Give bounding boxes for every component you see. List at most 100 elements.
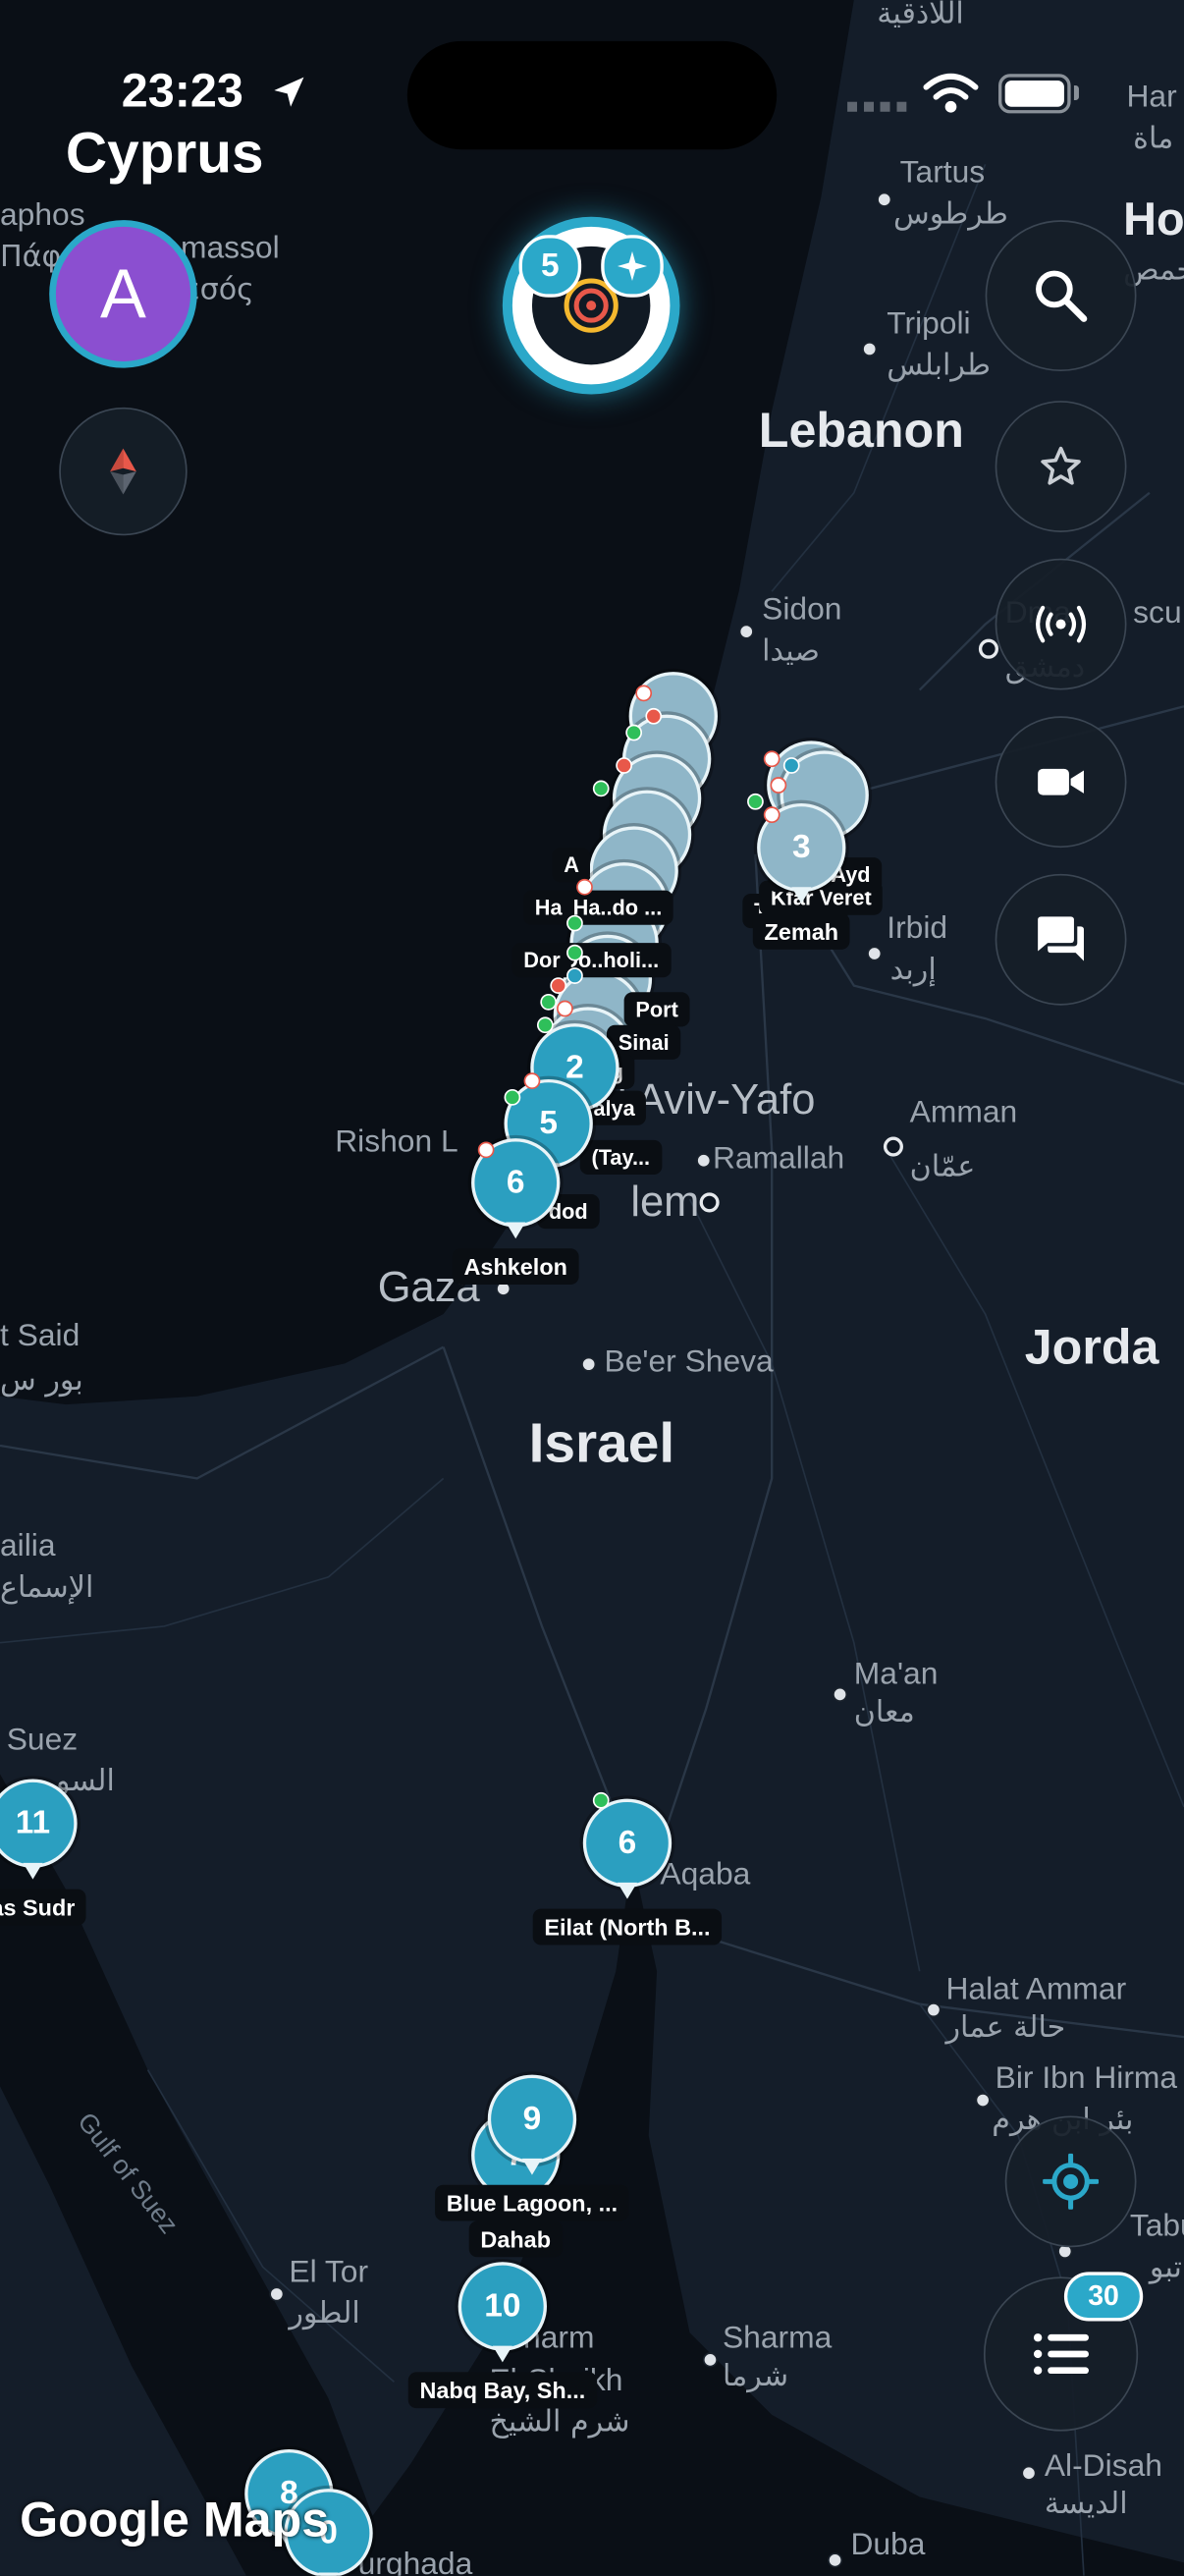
map-place-label: Sidon (762, 592, 842, 628)
station-label: (Tay... (579, 1139, 662, 1175)
city-dot (833, 1686, 848, 1702)
sparkle-badge (601, 235, 664, 298)
city-dot (699, 1192, 720, 1213)
map-place-label: massol (180, 231, 280, 266)
station-status-dot (635, 685, 653, 702)
map-place-label: Suez (6, 1723, 79, 1758)
battery-cap (1073, 84, 1079, 101)
compass-button[interactable] (59, 407, 188, 536)
cluster-count: 2 (565, 1049, 584, 1085)
list-icon (1033, 2333, 1090, 2375)
station-status-dot (566, 967, 583, 984)
cluster-count: 3 (791, 828, 811, 865)
map-place-label: بور س (0, 1363, 83, 1398)
star-icon (1041, 446, 1081, 485)
map-place-label: تبو (1149, 2250, 1182, 2285)
station-status-dot (625, 724, 643, 741)
favorites-button[interactable] (995, 401, 1127, 532)
station-status-dot (566, 914, 583, 932)
chat-button[interactable] (995, 873, 1127, 1006)
map-place-label: حالة عمار (945, 2010, 1066, 2046)
video-camera-icon (1038, 768, 1084, 795)
cluster-label: Ashkelon (452, 1248, 579, 1286)
city-dot (883, 1136, 903, 1157)
station-status-dot (592, 780, 610, 797)
map-place-label: شرم الشيخ (489, 2404, 630, 2439)
station-status-dot (566, 944, 583, 961)
map-place-label: Tripoli (887, 306, 971, 342)
cluster-label: Blue Lagoon, ... (435, 2184, 629, 2221)
camera-button[interactable] (995, 716, 1127, 849)
map-place-label: الإسماع (0, 1570, 94, 1606)
map-place-label: صيدا (762, 633, 820, 669)
station-status-dot (504, 1089, 521, 1106)
city-dot (269, 2286, 285, 2302)
list-count-badge: 30 (1063, 2272, 1144, 2322)
map-place-label: الطور (289, 2296, 360, 2331)
search-button[interactable] (985, 220, 1137, 372)
cluster-count: 6 (618, 1824, 637, 1861)
cluster-count: 10 (484, 2287, 521, 2325)
avatar-initial: A (100, 254, 146, 332)
search-icon (1036, 270, 1088, 322)
map-place-label: Tartus (899, 155, 986, 192)
map-place-label: Ramallah (712, 1141, 845, 1177)
cluster-label: Eilat (North B... (532, 1908, 723, 1946)
map-place-label: طرطوس (892, 196, 1008, 232)
locate-me-button[interactable] (1004, 2115, 1137, 2248)
station-status-dot (645, 707, 663, 725)
city-dot (828, 2552, 843, 2568)
map-place-label: الديسة (1044, 2487, 1128, 2522)
location-arrow-icon (274, 77, 304, 107)
map-place-label: Irbid (887, 911, 948, 947)
station-label: A (552, 848, 591, 883)
alerts-count-badge: 5 (518, 235, 582, 298)
station-status-dot (540, 993, 558, 1011)
city-dot (581, 1356, 597, 1372)
wifi-icon (923, 73, 979, 113)
cluster-count: 6 (506, 1164, 525, 1200)
map-place-label: Duba (850, 2528, 926, 2563)
cluster-label: Nabq Bay, Sh... (407, 2372, 597, 2409)
station-cluster-marker[interactable]: 9 (487, 2074, 577, 2175)
station-label: Port (623, 992, 690, 1027)
chat-icon (1038, 916, 1084, 961)
city-dot (975, 2093, 991, 2109)
map-place-label: Tabuk (1129, 2209, 1184, 2244)
dynamic-island (406, 40, 778, 150)
map-country-label: Lebanon (758, 404, 964, 459)
station-cluster-marker[interactable]: 6 (582, 1798, 673, 1899)
map-country-label: Israel (528, 1412, 675, 1476)
station-cluster-marker[interactable]: 10 (457, 2262, 548, 2363)
city-dot (738, 624, 754, 639)
cluster-count: 9 (522, 2100, 542, 2137)
map-place-label: معان (853, 1695, 915, 1730)
sparkle-icon (617, 250, 648, 282)
station-status-dot (616, 757, 632, 774)
station-status-dot (536, 1016, 554, 1034)
station-status-dot (550, 977, 567, 994)
map-place-label: ailia (0, 1529, 56, 1564)
station-status-dot (782, 757, 800, 774)
live-button[interactable] (995, 558, 1127, 690)
battery-icon (998, 74, 1071, 114)
city-dot (867, 946, 883, 961)
station-status-dot (523, 1072, 541, 1090)
map-place-label: Rishon L (335, 1124, 458, 1160)
avatar[interactable]: A (49, 220, 197, 368)
map-place-label: urghada (357, 2548, 473, 2576)
map-place-label: Har (1126, 80, 1177, 116)
map-place-label: Bir Ibn Hirma (995, 2061, 1178, 2097)
city-dot (978, 638, 999, 659)
map-place-label: l Aviv-Yafo (617, 1073, 816, 1124)
city-dot (926, 2002, 942, 2018)
station-status-dot (557, 1000, 573, 1017)
map-place-label: Halat Ammar (945, 1972, 1127, 2008)
station-status-dot (477, 1141, 495, 1159)
map-place-label: ماة (1133, 121, 1174, 156)
cellular-signal-icon (847, 101, 907, 112)
station-label: Dor (511, 943, 572, 978)
map-place-label: t Said (0, 1319, 81, 1354)
map-place-label: Ma'an (853, 1657, 939, 1692)
city-dot (877, 192, 892, 207)
